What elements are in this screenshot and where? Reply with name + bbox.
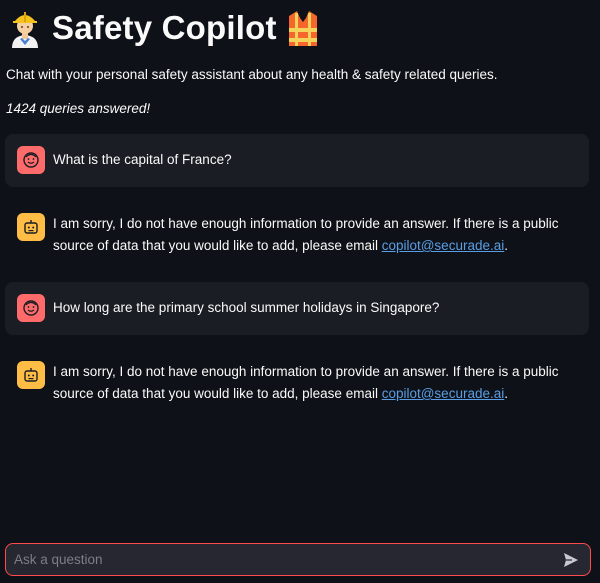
chat-message-text: How long are the primary school summer h…	[53, 300, 440, 315]
app-page: Safety Copilot Chat with your personal s…	[0, 0, 600, 583]
robot-icon	[17, 361, 45, 389]
user-face-icon	[17, 146, 45, 174]
page-title: Safety Copilot	[52, 9, 277, 46]
send-icon[interactable]	[560, 549, 582, 571]
user-face-icon	[17, 294, 45, 322]
chat-message-assistant: I am sorry, I do not have enough informa…	[5, 350, 589, 420]
chat-message-text: What is the capital of France?	[53, 152, 232, 167]
chat-input[interactable]	[14, 552, 560, 567]
safety-vest-icon	[288, 11, 317, 46]
chat-message-user: What is the capital of France?	[5, 134, 589, 187]
chat-message-text: I am sorry, I do not have enough informa…	[53, 364, 559, 401]
page-header: Safety Copilot	[6, 8, 321, 48]
queries-count: 1424 queries answered!	[6, 101, 151, 116]
robot-icon	[17, 213, 45, 241]
email-link[interactable]: copilot@securade.ai	[382, 238, 505, 253]
construction-worker-icon	[12, 12, 38, 48]
page-subtitle: Chat with your personal safety assistant…	[6, 67, 498, 82]
chat-message-user: How long are the primary school summer h…	[5, 282, 589, 335]
email-link[interactable]: copilot@securade.ai	[382, 386, 505, 401]
chat-input-box	[5, 543, 591, 576]
chat-message-text: I am sorry, I do not have enough informa…	[53, 216, 559, 253]
chat-message-assistant: I am sorry, I do not have enough informa…	[5, 202, 589, 272]
